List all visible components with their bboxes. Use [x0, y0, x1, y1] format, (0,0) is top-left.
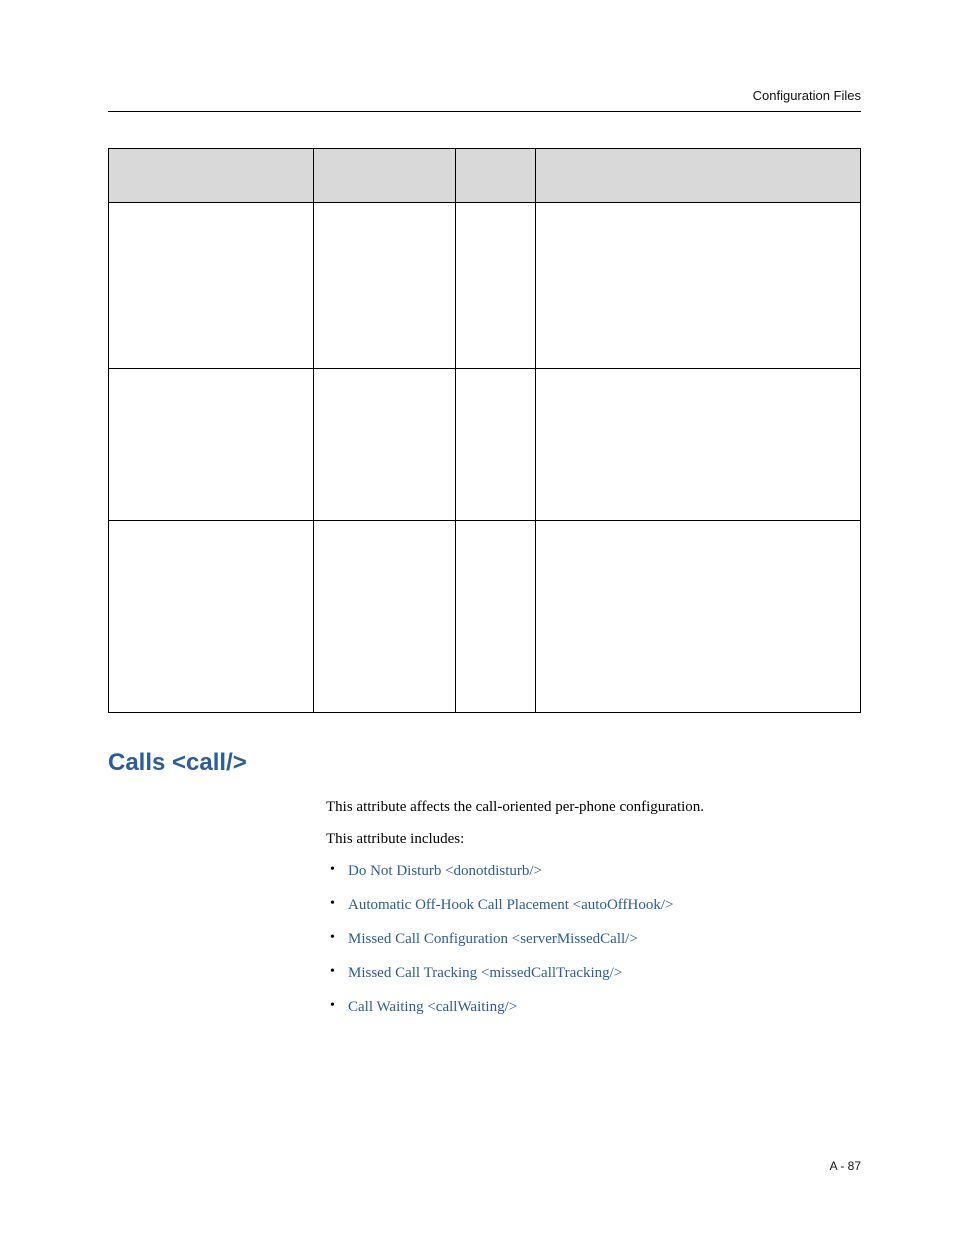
list-item: Automatic Off-Hook Call Placement <autoO…: [326, 893, 861, 917]
list-item: Call Waiting <callWaiting/>: [326, 995, 861, 1019]
table-cell: [314, 521, 456, 713]
config-table: [108, 148, 861, 713]
table-header-row: [109, 149, 861, 203]
table-header-cell: [109, 149, 314, 203]
table-cell: [109, 203, 314, 369]
table-cell: [314, 369, 456, 521]
link-callwaiting[interactable]: Call Waiting <callWaiting/>: [348, 999, 517, 1015]
table-header-cell: [314, 149, 456, 203]
table-cell: [536, 521, 861, 713]
section-body: This attribute affects the call-oriented…: [326, 795, 861, 1019]
section-intro-2: This attribute includes:: [326, 827, 861, 851]
table-header-cell: [536, 149, 861, 203]
link-missedcalltracking[interactable]: Missed Call Tracking <missedCallTracking…: [348, 965, 622, 981]
document-page: Configuration Files: [0, 0, 954, 1235]
table-row: [109, 203, 861, 369]
table-cell: [109, 521, 314, 713]
link-autooffhook[interactable]: Automatic Off-Hook Call Placement <autoO…: [348, 897, 673, 913]
header-rule: [108, 111, 861, 112]
table-cell: [456, 521, 536, 713]
header-right-text: Configuration Files: [108, 88, 861, 103]
table-cell: [536, 369, 861, 521]
section-heading-calls: Calls <call/>: [108, 749, 861, 777]
table-cell: [536, 203, 861, 369]
list-item: Do Not Disturb <donotdisturb/>: [326, 859, 861, 883]
section-intro-1: This attribute affects the call-oriented…: [326, 795, 861, 819]
page-number: A - 87: [830, 1159, 861, 1173]
table-row: [109, 521, 861, 713]
table-cell: [314, 203, 456, 369]
list-item: Missed Call Tracking <missedCallTracking…: [326, 961, 861, 985]
list-item: Missed Call Configuration <serverMissedC…: [326, 927, 861, 951]
link-donotdisturb[interactable]: Do Not Disturb <donotdisturb/>: [348, 863, 542, 879]
link-servermissedcall[interactable]: Missed Call Configuration <serverMissedC…: [348, 931, 638, 947]
table-cell: [456, 369, 536, 521]
table-cell: [109, 369, 314, 521]
table-cell: [456, 203, 536, 369]
attribute-link-list: Do Not Disturb <donotdisturb/> Automatic…: [326, 859, 861, 1019]
table-row: [109, 369, 861, 521]
table-header-cell: [456, 149, 536, 203]
